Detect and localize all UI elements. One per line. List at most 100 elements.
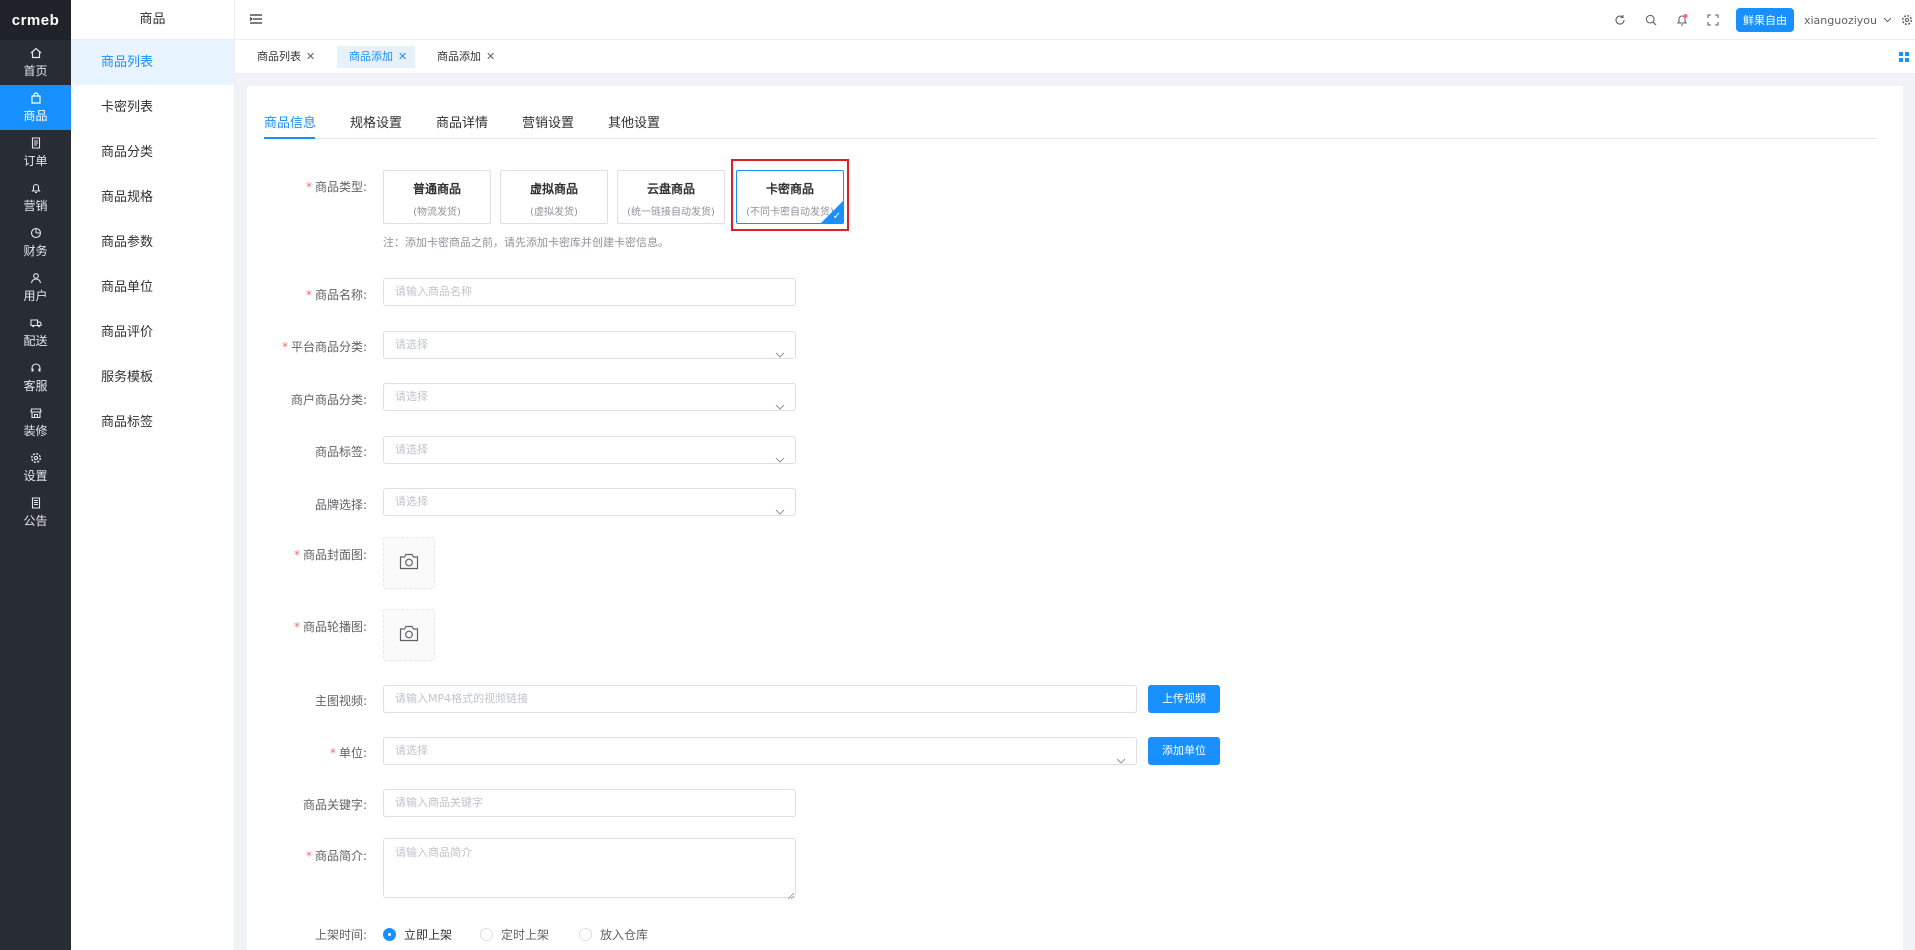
brand-select[interactable]: 请选择 xyxy=(383,488,796,516)
label-product-name: * 商品名称: xyxy=(305,288,367,302)
type-cloud-card[interactable]: 云盘商品 (统一链接自动发货) xyxy=(617,170,725,224)
merchant-category-select[interactable]: 请选择 xyxy=(383,383,796,411)
label-text: 品牌选择: xyxy=(314,498,367,512)
tab-product-info[interactable]: 商品信息 xyxy=(264,112,316,131)
add-unit-button[interactable]: 添加单位 xyxy=(1148,737,1220,765)
label-intro: * 商品简介: xyxy=(305,849,367,863)
top-header: 鲜果自由 xianguoziyou xyxy=(235,0,1915,40)
select-placeholder: 请选择 xyxy=(395,495,428,508)
label-text: 单位: xyxy=(338,746,367,760)
label-text: 主图视频: xyxy=(314,694,367,708)
nav-order[interactable]: 订单 xyxy=(0,130,71,175)
nav-notice[interactable]: 公告 xyxy=(0,490,71,535)
nav-finance[interactable]: 财务 xyxy=(0,220,71,265)
tab-spec[interactable]: 规格设置 xyxy=(350,112,402,131)
active-tab-indicator xyxy=(264,137,315,139)
nav-marketing-label: 营销 xyxy=(23,198,48,213)
intro-textarea[interactable]: 请输入商品简介 xyxy=(383,838,796,900)
upload-video-button[interactable]: 上传视频 xyxy=(1148,685,1220,713)
radio-label: 立即上架 xyxy=(404,928,453,942)
close-icon[interactable]: ✕ xyxy=(306,50,315,63)
nav-product[interactable]: 商品 xyxy=(0,85,71,130)
close-icon[interactable]: ✕ xyxy=(486,50,495,63)
label-text: 商品简介: xyxy=(314,849,367,863)
submenu-item-card-list[interactable]: 卡密列表 xyxy=(71,85,234,130)
nav-service-label: 客服 xyxy=(23,378,48,393)
user-dropdown-icon[interactable] xyxy=(1883,17,1892,23)
submenu-item-review[interactable]: 商品评价 xyxy=(71,310,234,355)
nav-service[interactable]: 客服 xyxy=(0,355,71,400)
submenu-item-service-template[interactable]: 服务模板 xyxy=(71,355,234,400)
submenu-item-spec[interactable]: 商品规格 xyxy=(71,175,234,220)
nav-settings[interactable]: 设置 xyxy=(0,445,71,490)
video-url-input[interactable]: 请输入MP4格式的视频链接 xyxy=(383,685,1137,713)
label-merchant-category: 商户商品分类: xyxy=(247,391,367,408)
radio-shelf-scheduled[interactable]: 定时上架 xyxy=(480,926,549,943)
nav-decorate[interactable]: 装修 xyxy=(0,400,71,445)
chevron-down-icon xyxy=(1116,748,1126,764)
resize-handle-icon[interactable] xyxy=(787,889,795,900)
tag-product-add[interactable]: 商品添加 ✕ xyxy=(425,46,503,68)
nav-delivery[interactable]: 配送 xyxy=(0,310,71,355)
type-virtual-card[interactable]: 虚拟商品 (虚拟发货) xyxy=(500,170,608,224)
nav-user[interactable]: 用户 xyxy=(0,265,71,310)
tag-product-list[interactable]: 商品列表 ✕ xyxy=(245,46,323,68)
keywords-input[interactable]: 请输入商品关键字 xyxy=(383,789,796,817)
header-actions: 鲜果自由 xianguoziyou xyxy=(1612,0,1915,40)
label-text: 商品轮播图: xyxy=(302,620,367,634)
cover-image-upload[interactable] xyxy=(383,537,435,589)
nav-marketing[interactable]: 营销 xyxy=(0,175,71,220)
submenu-item-product-list[interactable]: 商品列表 xyxy=(71,40,234,85)
tab-detail[interactable]: 商品详情 xyxy=(436,112,488,131)
label-main-video: 主图视频: xyxy=(247,692,367,709)
fullscreen-icon[interactable] xyxy=(1705,12,1721,28)
chevron-down-icon xyxy=(775,499,785,515)
unit-select[interactable]: 请选择 xyxy=(383,737,1137,765)
menu-toggle-icon[interactable] xyxy=(249,12,263,26)
tab-marketing[interactable]: 营销设置 xyxy=(522,112,574,131)
product-tags-select[interactable]: 请选择 xyxy=(383,436,796,464)
submenu-item-unit[interactable]: 商品单位 xyxy=(71,265,234,310)
sub-menu: 商品 商品列表 卡密列表 商品分类 商品规格 商品参数 商品单位 商品评价 服务… xyxy=(71,0,235,950)
store-switch-button[interactable]: 鲜果自由 xyxy=(1735,8,1794,32)
search-icon[interactable] xyxy=(1643,12,1659,28)
label-platform-category: * 平台商品分类: xyxy=(281,340,367,354)
tag-product-add-active[interactable]: 商品添加 ✕ xyxy=(337,46,416,68)
label-brand: 品牌选择: xyxy=(247,496,367,513)
submenu-item-params[interactable]: 商品参数 xyxy=(71,220,234,265)
logo[interactable]: crmeb xyxy=(0,0,71,40)
nav-notice-label: 公告 xyxy=(23,513,48,528)
close-icon[interactable]: ✕ xyxy=(398,50,407,63)
logo-text: crmeb xyxy=(11,11,60,29)
nav-finance-label: 财务 xyxy=(23,243,48,258)
grid-menu-icon[interactable] xyxy=(1899,51,1909,62)
gear-icon xyxy=(29,452,43,465)
type-sub: (虚拟发货) xyxy=(530,207,578,218)
product-form-card: 商品信息 规格设置 商品详情 营销设置 其他设置 * 商品类型: 普通商品 (物流… xyxy=(247,86,1903,950)
nav-home[interactable]: 首页 xyxy=(0,40,71,85)
settings-icon[interactable] xyxy=(1901,14,1913,26)
radio-shelf-now[interactable]: 立即上架 xyxy=(383,926,452,943)
bag-icon xyxy=(29,92,43,105)
refresh-icon[interactable] xyxy=(1612,12,1628,28)
notification-icon[interactable] xyxy=(1674,12,1690,28)
type-title: 云盘商品 xyxy=(646,182,695,196)
nav-user-label: 用户 xyxy=(23,288,48,303)
product-name-input[interactable]: 请输入商品名称 xyxy=(383,278,796,306)
textarea-placeholder: 请输入商品简介 xyxy=(395,846,472,859)
label-shelf-time: 上架时间: xyxy=(247,926,367,943)
main-nav-rail: crmeb 首页 商品 订单 营销 财务 用户 配送 客服 装修 设置 公告 xyxy=(0,0,71,950)
type-normal-card[interactable]: 普通商品 (物流发货) xyxy=(383,170,491,224)
username[interactable]: xianguoziyou xyxy=(1804,14,1877,27)
tag-label: 商品添加 xyxy=(437,50,481,63)
label-text: 商品标签: xyxy=(314,445,367,459)
nav-home-label: 首页 xyxy=(23,63,48,78)
headset-icon xyxy=(29,362,43,375)
carousel-image-upload[interactable] xyxy=(383,609,435,661)
label-text: 平台商品分类: xyxy=(290,340,367,354)
radio-shelf-warehouse[interactable]: 放入仓库 xyxy=(579,926,648,943)
submenu-item-category[interactable]: 商品分类 xyxy=(71,130,234,175)
submenu-item-tags[interactable]: 商品标签 xyxy=(71,400,234,445)
platform-category-select[interactable]: 请选择 xyxy=(383,331,796,359)
tab-other[interactable]: 其他设置 xyxy=(608,112,660,131)
